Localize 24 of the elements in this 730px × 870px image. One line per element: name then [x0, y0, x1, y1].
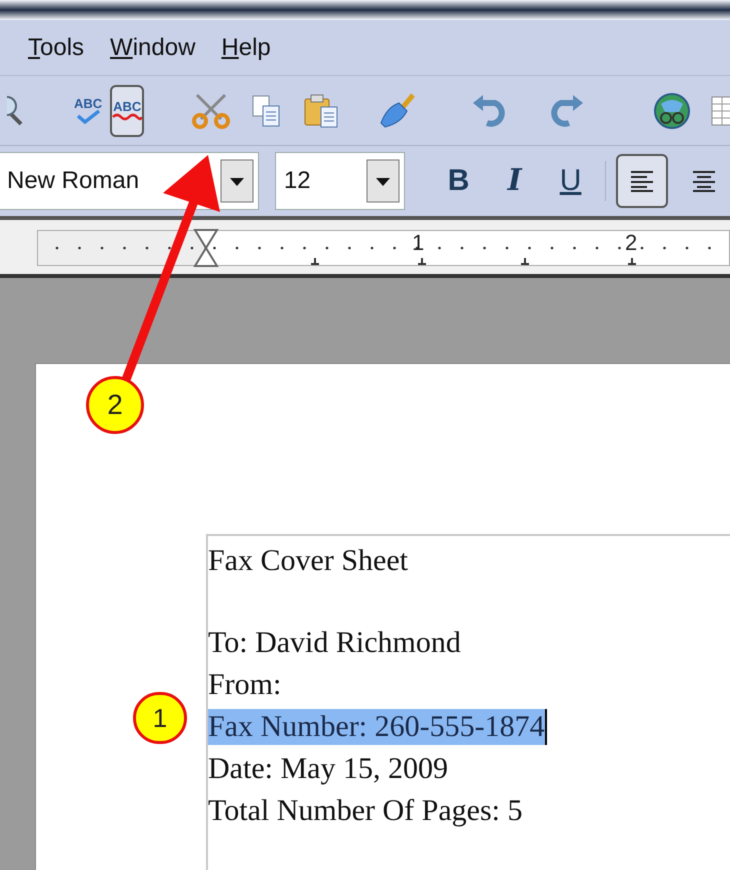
menu-item[interactable]: Window: [110, 30, 196, 66]
ruler-number: 2: [625, 232, 638, 254]
font-name-value: New Roman: [7, 166, 140, 196]
checkmark-icon: [75, 110, 102, 124]
font-size-value: 12: [284, 166, 312, 196]
globe-icon: [653, 92, 692, 130]
align-left-button[interactable]: [616, 154, 668, 208]
underline-button[interactable]: U: [546, 157, 595, 205]
bold-button[interactable]: B: [434, 157, 483, 205]
font-name-field[interactable]: New Roman: [0, 152, 259, 210]
italic-button[interactable]: I: [490, 157, 539, 205]
magnifier-icon: [7, 96, 25, 126]
indent-marker-icon[interactable]: [193, 228, 219, 268]
dropdown-button-icon[interactable]: [366, 159, 400, 203]
dropdown-button-icon[interactable]: [220, 159, 254, 203]
squiggle-icon: [112, 113, 142, 121]
font-size-field[interactable]: 12: [274, 152, 405, 210]
ruler-number: 1: [412, 232, 424, 254]
auto-spellcheck-button[interactable]: ABC: [110, 84, 144, 136]
scissors-icon: [191, 92, 232, 128]
document-title: Fax Cover Sheet: [208, 543, 408, 579]
spellcheck-button[interactable]: ABC: [72, 84, 104, 136]
menu-item[interactable]: Tools: [28, 30, 84, 66]
menu-item[interactable]: Help: [221, 30, 271, 66]
